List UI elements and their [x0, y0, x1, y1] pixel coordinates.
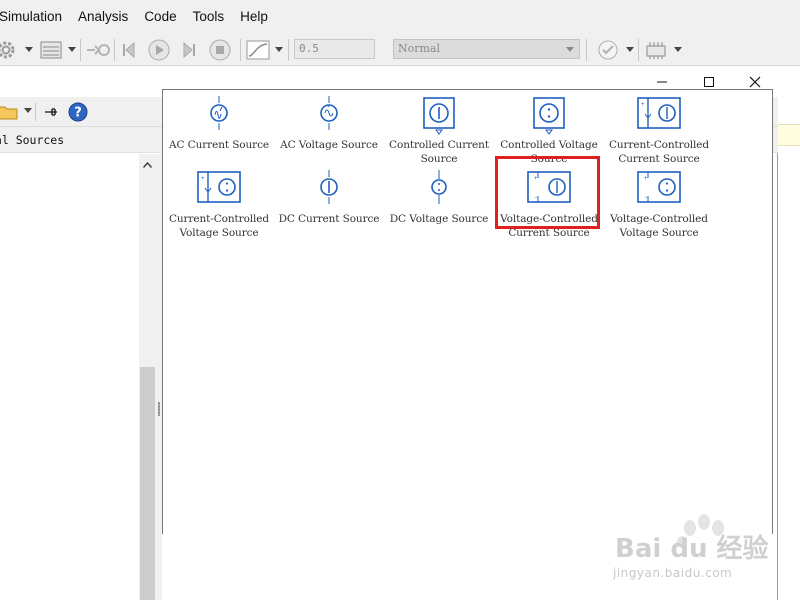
svg-text:+: +	[327, 104, 330, 110]
block-label: DC Current Source	[278, 213, 380, 225]
settings-gear-icon[interactable]	[0, 38, 20, 62]
menu-analysis[interactable]: Analysis	[70, 0, 136, 34]
block-palette: AC Current Source + AC Voltage Source Co…	[162, 89, 773, 534]
block-ac-voltage-source[interactable]: + AC Voltage Source	[274, 96, 384, 166]
vcv-source-icon: + -	[604, 170, 714, 210]
stop-time-input[interactable]: 0.5	[294, 39, 375, 59]
settings-dropdown-arrow[interactable]	[25, 47, 33, 52]
stop-icon[interactable]	[206, 38, 234, 62]
block-label: DC Voltage Source	[389, 213, 489, 225]
tree-scrollbar[interactable]	[139, 154, 156, 600]
block-label: Current-Controlled Voltage Source	[168, 213, 270, 239]
toolbar-separator	[114, 39, 115, 61]
toolbar-separator	[586, 39, 587, 61]
block-dc-voltage-source[interactable]: DC Voltage Source	[384, 170, 494, 240]
menu-bar: Simulation Analysis Code Tools Help	[0, 0, 800, 34]
svg-text:-: -	[535, 195, 537, 201]
library-dropdown-arrow[interactable]	[68, 47, 76, 52]
dc-current-source-icon	[274, 170, 384, 210]
simulation-mode-value: Normal	[398, 42, 441, 55]
run-icon[interactable]	[146, 38, 172, 62]
block-current-controlled-current-source[interactable]: + Current-Controlled Current Source	[604, 96, 714, 166]
vcc-source-icon: + -	[494, 170, 604, 210]
scroll-up-icon[interactable]	[143, 162, 152, 168]
ac-current-source-icon	[164, 96, 274, 136]
folder-icon[interactable]	[0, 100, 20, 124]
ccc-source-icon: +	[604, 96, 714, 136]
ac-voltage-source-icon: +	[274, 96, 384, 136]
block-current-controlled-voltage-source[interactable]: + Current-Controlled Voltage Source	[164, 170, 274, 240]
scope-icon[interactable]	[244, 38, 272, 62]
svg-text:+: +	[201, 176, 205, 182]
model-canvas-edge	[778, 66, 800, 600]
simulation-mode-select[interactable]: Normal	[393, 39, 580, 59]
menu-code[interactable]: Code	[136, 0, 184, 34]
breadcrumb-path[interactable]: cal Sources	[0, 133, 64, 147]
help-icon[interactable]: ?	[66, 100, 90, 124]
svg-text:+: +	[534, 176, 538, 182]
svg-text:+: +	[641, 102, 645, 108]
step-forward-icon[interactable]	[176, 38, 200, 62]
build-dropdown-arrow[interactable]	[674, 47, 682, 52]
scope-dropdown-arrow[interactable]	[275, 47, 283, 52]
step-back-icon[interactable]	[118, 38, 142, 62]
canvas-info-bar	[778, 124, 800, 146]
block-ac-current-source[interactable]: AC Current Source	[164, 96, 274, 166]
advisor-dropdown-arrow[interactable]	[626, 47, 634, 52]
controlled-current-source-icon	[384, 96, 494, 136]
build-icon[interactable]	[642, 38, 670, 62]
menu-help[interactable]: Help	[232, 0, 276, 34]
block-label: AC Voltage Source	[280, 139, 378, 151]
dc-voltage-source-icon	[384, 170, 494, 210]
block-voltage-controlled-voltage-source[interactable]: + - Voltage-Controlled Voltage Source	[604, 170, 714, 240]
block-voltage-controlled-current-source[interactable]: + - Voltage-Controlled Current Source	[494, 170, 604, 240]
library-tree-panel[interactable]	[0, 154, 157, 600]
block-label: AC Current Source	[168, 139, 269, 151]
toolbar-separator	[35, 103, 36, 121]
library-icon[interactable]	[38, 38, 64, 62]
scrollbar-thumb[interactable]	[140, 367, 155, 600]
controlled-voltage-source-icon	[494, 96, 604, 136]
toolbar-separator	[288, 39, 289, 61]
step-link-icon[interactable]	[84, 38, 112, 62]
block-label: Controlled Current Source	[389, 139, 489, 165]
toolbar-separator	[80, 39, 81, 61]
block-label: Current-Controlled Current Source	[608, 139, 710, 165]
menu-simulation[interactable]: Simulation	[0, 0, 70, 34]
svg-text:+: +	[644, 176, 648, 182]
block-label: Voltage-Controlled Current Source	[500, 213, 598, 239]
toolbar-separator	[638, 39, 639, 61]
block-controlled-voltage-source[interactable]: Controlled Voltage Source	[494, 96, 604, 166]
watermark-url: jingyan.baidu.com	[613, 566, 733, 580]
model-advisor-icon[interactable]	[594, 38, 622, 62]
toolbar-separator	[240, 39, 241, 61]
menu-tools[interactable]: Tools	[185, 0, 233, 34]
pin-icon[interactable]	[40, 100, 62, 124]
block-label: Controlled Voltage Source	[500, 139, 598, 165]
block-dc-current-source[interactable]: DC Current Source	[274, 170, 384, 240]
block-controlled-current-source[interactable]: Controlled Current Source	[384, 96, 494, 166]
ccv-source-icon: +	[164, 170, 274, 210]
folder-dropdown-arrow[interactable]	[24, 108, 32, 113]
watermark-text: Bai du 经验	[615, 534, 769, 564]
splitter-grip-icon	[158, 402, 160, 416]
chevron-down-icon	[566, 47, 574, 52]
svg-text:-: -	[645, 195, 647, 201]
svg-text:?: ?	[74, 106, 82, 121]
block-label: Voltage-Controlled Voltage Source	[610, 213, 708, 239]
